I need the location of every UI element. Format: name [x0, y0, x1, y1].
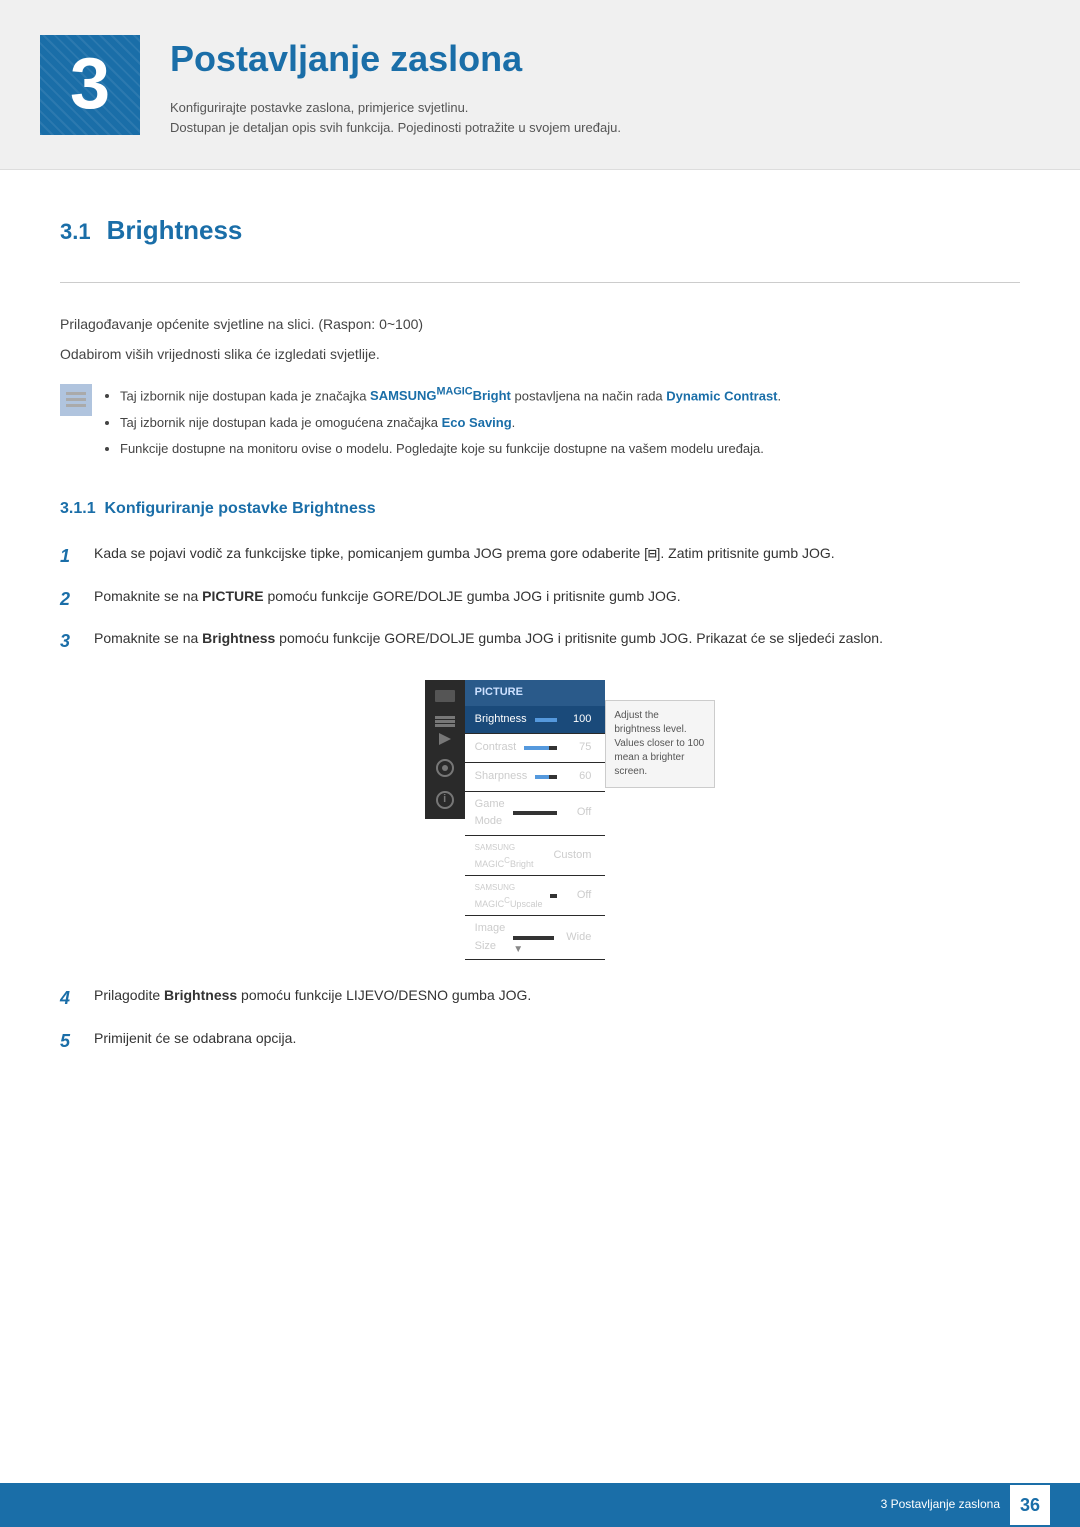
monitor-row-gamemode: Game Mode Off: [465, 792, 606, 836]
section-desc2: Odabirom viših vrijednosti slika će izgl…: [60, 343, 1020, 365]
monitor-sidebar: i: [425, 680, 465, 819]
footer-text: 3 Postavljanje zaslona: [881, 1495, 1000, 1514]
monitor-title: PICTURE: [465, 680, 606, 706]
monitor-menu: PICTURE Brightness 100 Contrast 75: [465, 680, 606, 960]
section-31-num: 3.1: [60, 214, 91, 249]
sidebar-icon-3: [439, 733, 451, 745]
section-desc1: Prilagođavanje općenite svjetline na sli…: [60, 313, 1020, 335]
note-box: Taj izbornik nije dostupan kada je znača…: [60, 384, 1020, 467]
brightness-bar: [535, 718, 558, 722]
sidebar-icon-2: [435, 716, 455, 719]
step-1: 1 Kada se pojavi vodič za funkcijske tip…: [60, 542, 1020, 571]
step-4: 4 Prilagodite Brightness pomoću funkcije…: [60, 984, 1020, 1013]
monitor-row-contrast: Contrast 75: [465, 734, 606, 763]
section-31-heading: 3.1 Brightness: [60, 210, 1020, 252]
step-5: 5 Primijenit će se odabrana opcija.: [60, 1027, 1020, 1056]
chapter-number: 3: [40, 35, 140, 135]
monitor-row-sharpness: Sharpness 60: [465, 763, 606, 792]
divider: [60, 282, 1020, 283]
monitor-screenshot: i PICTURE Brightness 100 Contrast: [120, 680, 1020, 960]
steps-list-2: 4 Prilagodite Brightness pomoću funkcije…: [60, 984, 1020, 1056]
step-2: 2 Pomaknite se na PICTURE pomoću funkcij…: [60, 585, 1020, 614]
note-list: Taj izbornik nije dostupan kada je znača…: [102, 384, 781, 467]
brand-bright: SAMSUNGMAGICBright: [370, 388, 511, 403]
note-item-1: Taj izbornik nije dostupan kada je znača…: [120, 384, 781, 407]
sidebar-icon-1: [435, 690, 455, 702]
contrast-bar: [524, 746, 557, 750]
page-footer: 3 Postavljanje zaslona 36: [0, 1483, 1080, 1527]
note-item-3: Funkcije dostupne na monitoru ovise o mo…: [120, 439, 781, 460]
eco-saving-link: Eco Saving: [442, 415, 512, 430]
chapter-title: Postavljanje zaslona: [170, 30, 621, 88]
section-31-title: Brightness: [107, 210, 243, 252]
monitor-row-brightness: Brightness 100: [465, 706, 606, 735]
monitor-row-magicupscale: SAMSUNGMAGICCUpscale Off: [465, 876, 606, 916]
monitor-container: i PICTURE Brightness 100 Contrast: [425, 680, 716, 960]
chapter-desc2: Dostupan je detaljan opis svih funkcija.…: [170, 118, 621, 139]
sharpness-bar: [535, 775, 557, 779]
steps-list: 1 Kada se pojavi vodič za funkcijske tip…: [60, 542, 1020, 656]
note-item-2: Taj izbornik nije dostupan kada je omogu…: [120, 413, 781, 434]
sidebar-icon-info: i: [436, 791, 454, 809]
main-content: 3.1 Brightness Prilagođavanje općenite s…: [0, 210, 1080, 1156]
note-icon: [60, 384, 92, 416]
sidebar-icon-gear: [436, 759, 454, 777]
chapter-header: 3 Postavljanje zaslona Konfigurirajte po…: [0, 0, 1080, 170]
dynamic-contrast-link: Dynamic Contrast: [666, 388, 777, 403]
chapter-desc1: Konfigurirajte postavke zaslona, primjer…: [170, 98, 621, 119]
monitor-row-magicbright: SAMSUNGMAGICCBright Custom: [465, 836, 606, 876]
footer-page: 36: [1010, 1485, 1050, 1525]
monitor-tooltip: Adjust the brightness level. Values clos…: [605, 700, 715, 788]
monitor-row-imagesize: Image Size ▼ Wide: [465, 916, 606, 960]
chapter-title-block: Postavljanje zaslona Konfigurirajte post…: [170, 30, 621, 139]
subsection-311-heading: 3.1.1 Konfiguriranje postavke Brightness: [60, 496, 1020, 526]
step-3: 3 Pomaknite se na Brightness pomoću funk…: [60, 627, 1020, 656]
